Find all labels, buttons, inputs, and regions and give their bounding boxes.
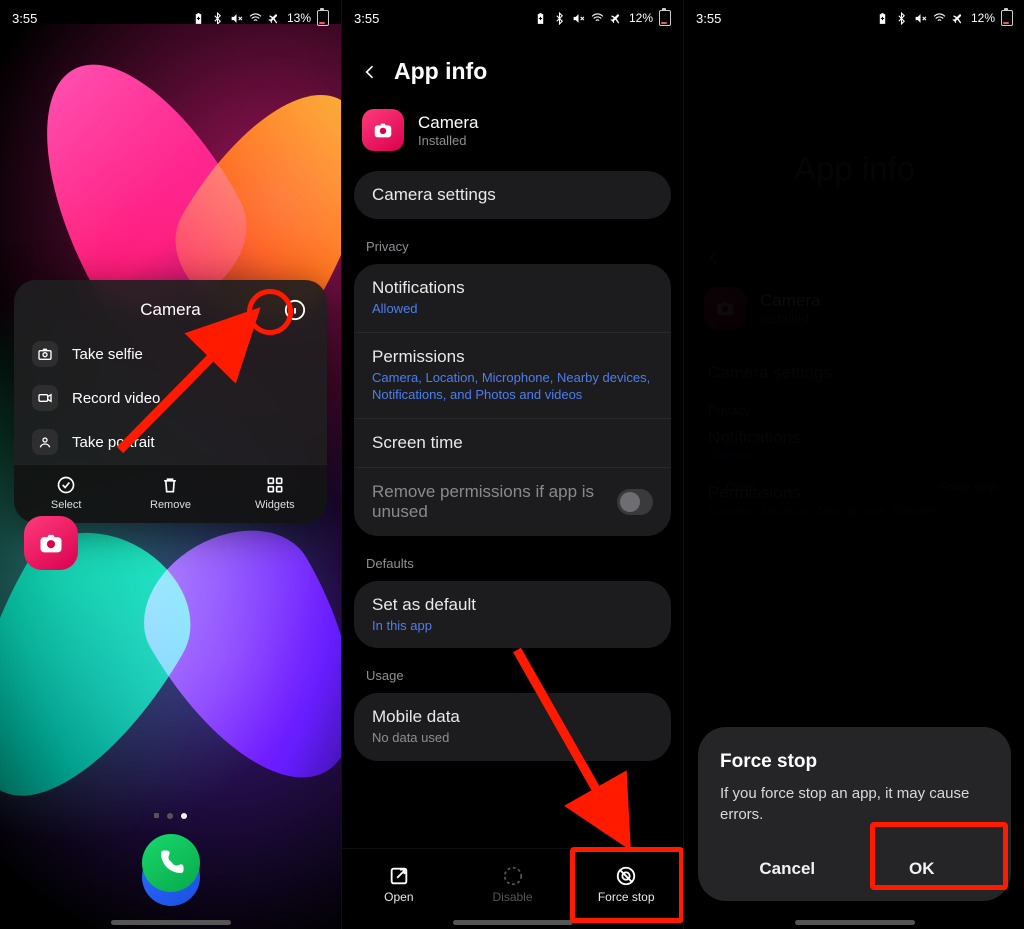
back-icon[interactable] bbox=[360, 62, 380, 82]
wifi-icon bbox=[249, 12, 262, 25]
action-select[interactable]: Select bbox=[14, 465, 118, 523]
home-indicator[interactable] bbox=[453, 920, 573, 925]
row-screen-time[interactable]: Screen time bbox=[354, 418, 671, 467]
menu-item-take-portrait[interactable]: Take portrait bbox=[14, 420, 327, 464]
dialog-title: Force stop bbox=[720, 751, 989, 773]
battery-percent: 12% bbox=[971, 11, 995, 25]
defaults-card: Set as default In this app bbox=[354, 581, 671, 649]
volume-mute-icon bbox=[230, 12, 243, 25]
portrait-icon bbox=[32, 429, 58, 455]
battery-saver-icon bbox=[192, 12, 205, 25]
action-label: Remove bbox=[150, 499, 191, 511]
bottom-action-bar: Open Disable Force stop bbox=[342, 848, 683, 919]
disable-button: Disable bbox=[456, 849, 570, 919]
phone-app-icon[interactable] bbox=[142, 834, 200, 892]
clock-text: 3:55 bbox=[354, 11, 379, 26]
dock bbox=[0, 834, 341, 919]
row-mobile-data[interactable]: Mobile data No data used bbox=[354, 693, 671, 761]
bluetooth-icon bbox=[553, 12, 566, 25]
camera-app-icon[interactable] bbox=[24, 516, 78, 570]
page-header: App info bbox=[342, 30, 683, 95]
home-indicator[interactable] bbox=[111, 920, 231, 925]
clock-text: 3:55 bbox=[696, 11, 721, 26]
battery-percent: 12% bbox=[629, 11, 653, 25]
annotation-highlight-ring bbox=[247, 289, 293, 335]
battery-icon bbox=[1001, 10, 1013, 26]
open-button[interactable]: Open bbox=[342, 849, 456, 919]
force-stop-button[interactable]: Force stop bbox=[569, 849, 683, 919]
wifi-icon bbox=[591, 12, 604, 25]
page-title: App info bbox=[394, 58, 487, 85]
app-identity-row: Camera Installed bbox=[342, 95, 683, 165]
app-name: Camera bbox=[418, 113, 478, 133]
screen-2-app-info: 3:55 12% App info Camera Installed Camer… bbox=[341, 0, 683, 929]
menu-item-take-selfie[interactable]: Take selfie bbox=[14, 332, 327, 376]
battery-icon bbox=[317, 10, 329, 26]
toggle-remove-permissions[interactable] bbox=[617, 489, 653, 515]
action-remove[interactable]: Remove bbox=[118, 465, 222, 523]
action-label: Select bbox=[51, 499, 82, 511]
battery-icon bbox=[659, 10, 671, 26]
home-page-indicator bbox=[0, 813, 341, 819]
airplane-icon bbox=[952, 12, 965, 25]
battery-saver-icon bbox=[534, 12, 547, 25]
menu-item-label: Take selfie bbox=[72, 346, 143, 363]
section-defaults-header: Defaults bbox=[342, 542, 683, 575]
airplane-icon bbox=[610, 12, 623, 25]
action-widgets[interactable]: Widgets bbox=[223, 465, 327, 523]
section-privacy-header: Privacy bbox=[342, 225, 683, 258]
screen-1-home-longpress: 3:55 13% Camera Take selfie R bbox=[0, 0, 341, 929]
airplane-icon bbox=[268, 12, 281, 25]
usage-card: Mobile data No data used bbox=[354, 693, 671, 761]
camera-app-icon bbox=[362, 109, 404, 151]
menu-item-label: Take portrait bbox=[72, 434, 155, 451]
dialog-ok-button[interactable]: OK bbox=[855, 845, 990, 893]
battery-saver-icon bbox=[876, 12, 889, 25]
status-bar: 3:55 12% bbox=[684, 0, 1024, 30]
volume-mute-icon bbox=[914, 12, 927, 25]
screen-3-force-stop-dialog: 3:55 12% App info C bbox=[683, 0, 1024, 929]
camera-settings-label: Camera settings bbox=[372, 185, 653, 205]
row-notifications[interactable]: Notifications Allowed bbox=[354, 264, 671, 332]
camera-icon bbox=[32, 341, 58, 367]
section-usage-header: Usage bbox=[342, 654, 683, 687]
row-set-default[interactable]: Set as default In this app bbox=[354, 581, 671, 649]
dialog-message: If you force stop an app, it may cause e… bbox=[720, 783, 989, 825]
dialog-cancel-button[interactable]: Cancel bbox=[720, 845, 855, 893]
video-icon bbox=[32, 385, 58, 411]
force-stop-dialog: Force stop If you force stop an app, it … bbox=[698, 727, 1011, 901]
bluetooth-icon bbox=[895, 12, 908, 25]
settings-card-main[interactable]: Camera settings bbox=[354, 171, 671, 219]
wifi-icon bbox=[933, 12, 946, 25]
privacy-card: Notifications Allowed Permissions Camera… bbox=[354, 264, 671, 536]
home-indicator[interactable] bbox=[795, 920, 915, 925]
status-bar: 3:55 12% bbox=[342, 0, 683, 30]
app-state: Installed bbox=[418, 133, 478, 148]
bluetooth-icon bbox=[211, 12, 224, 25]
row-remove-permissions[interactable]: Remove permissions if app is unused bbox=[354, 467, 671, 536]
action-label: Widgets bbox=[255, 499, 295, 511]
menu-item-label: Record video bbox=[72, 390, 160, 407]
menu-item-record-video[interactable]: Record video bbox=[14, 376, 327, 420]
volume-mute-icon bbox=[572, 12, 585, 25]
battery-percent: 13% bbox=[287, 11, 311, 25]
row-permissions[interactable]: Permissions Camera, Location, Microphone… bbox=[354, 332, 671, 418]
